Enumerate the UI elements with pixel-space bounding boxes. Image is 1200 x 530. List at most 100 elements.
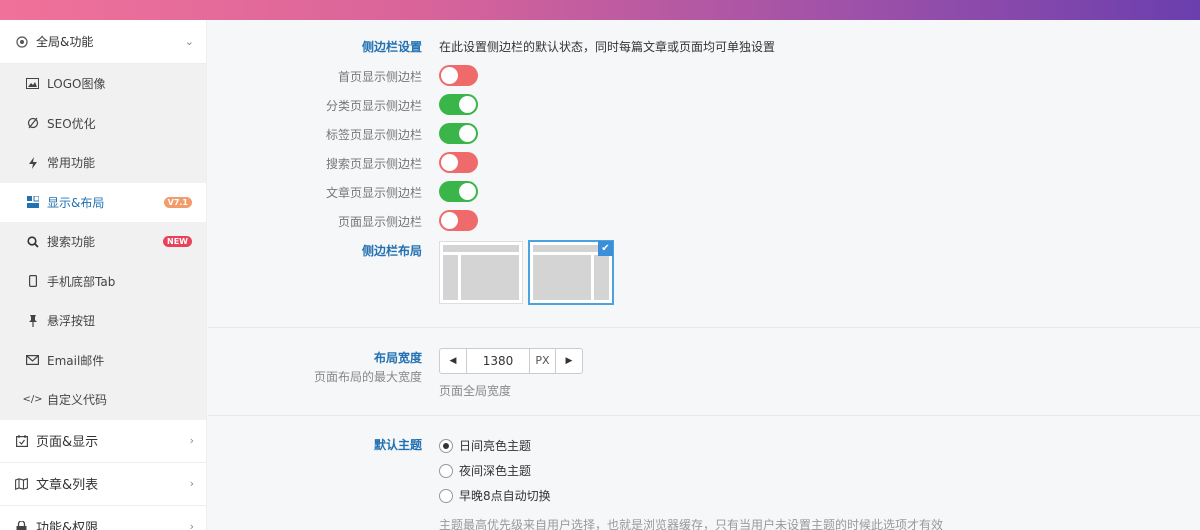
radio-auto-switch-theme[interactable]: 早晚8点自动切换 <box>439 487 551 504</box>
decrease-width-button[interactable]: ◀ <box>440 349 466 373</box>
toggle-row-home: 首页显示侧边栏 <box>208 65 1200 87</box>
sidebar-item-page-display[interactable]: 页面&显示 › <box>0 420 206 463</box>
radio-day-theme[interactable]: 日间亮色主题 <box>439 437 531 454</box>
header-banner <box>0 0 1200 20</box>
code-icon: </> <box>22 394 43 406</box>
toggle-tag-sidebar[interactable] <box>439 123 478 144</box>
sidebar-item-label: 显示&布局 <box>47 195 105 210</box>
radio-label: 日间亮色主题 <box>459 439 532 453</box>
mobile-icon <box>26 275 39 288</box>
chevron-down-icon: ⌄ <box>184 35 194 48</box>
sidebar-settings-heading-row: 侧边栏设置 在此设置侧边栏的默认状态，同时每篇文章或页面均可单独设置 <box>208 38 1200 60</box>
toggle-row-search: 搜索页显示侧边栏 <box>208 152 1200 174</box>
lightning-icon <box>26 156 39 169</box>
sidebar-item-seo[interactable]: SEO优化 <box>0 104 206 144</box>
lock-icon <box>15 520 28 530</box>
sidebar-item-float-button[interactable]: 悬浮按钮 <box>0 301 206 341</box>
sidebar-item-label: 自定义代码 <box>47 393 108 408</box>
sidebar-item-articles-list[interactable]: 文章&列表 › <box>0 463 206 506</box>
layout-side-block <box>594 255 609 300</box>
width-unit: PX <box>530 349 556 373</box>
version-badge: V7.1 <box>163 196 192 208</box>
toggle-label: 页面显示侧边栏 <box>337 215 422 229</box>
section-heading: 侧边栏设置 <box>361 40 422 54</box>
width-subtitle: 页面布局的最大宽度 <box>313 370 422 384</box>
sidebar-item-label: Email邮件 <box>47 353 105 368</box>
layout-main-block <box>461 255 519 300</box>
layout-option-left-sidebar[interactable] <box>439 241 523 304</box>
sidebar-item-label: 功能&权限 <box>36 521 99 530</box>
radio-circle <box>439 438 453 453</box>
sidebar-item-mobile-tab[interactable]: 手机底部Tab <box>0 262 206 302</box>
radio-circle <box>439 488 453 503</box>
settings-content: 侧边栏设置 在此设置侧边栏的默认状态，同时每篇文章或页面均可单独设置 首页显示侧… <box>208 20 1200 530</box>
submenu: LOGO图像 SEO优化 常用功能 显示&布局 V7.1 搜索功能 NEW 手机… <box>0 64 206 420</box>
sidebar-item-label: SEO优化 <box>47 116 96 131</box>
sidebar-item-label: LOGO图像 <box>47 77 106 92</box>
toggle-label: 搜索页显示侧边栏 <box>325 157 422 171</box>
toggle-label: 标签页显示侧边栏 <box>325 128 422 142</box>
layout-width-section: 布局宽度 页面布局的最大宽度 页面全局宽度 <box>208 328 1200 416</box>
toggle-row-tag: 标签页显示侧边栏 <box>208 123 1200 145</box>
toggle-row-category: 分类页显示侧边栏 <box>208 94 1200 116</box>
search-icon <box>26 235 39 248</box>
radio-label: 夜间深色主题 <box>459 464 532 478</box>
calendar-check-icon <box>15 434 28 447</box>
chevron-right-icon: › <box>189 434 194 447</box>
new-badge: NEW <box>163 236 192 248</box>
sidebar-item-logo[interactable]: LOGO图像 <box>0 64 206 104</box>
gear-icon <box>15 35 28 48</box>
sidebar-item-email[interactable]: Email邮件 <box>0 341 206 381</box>
sidebar-item-label: 手机底部Tab <box>47 274 116 289</box>
radio-label: 早晚8点自动切换 <box>459 489 551 503</box>
radio-circle <box>439 463 453 478</box>
width-value-input[interactable]: 1380 <box>466 349 530 373</box>
map-icon <box>15 477 28 490</box>
width-stepper: ◀ 1380 PX ▶ <box>439 348 583 374</box>
sidebar-item-search[interactable]: 搜索功能 NEW <box>0 222 206 262</box>
toggle-category-sidebar[interactable] <box>439 94 478 115</box>
toggle-search-sidebar[interactable] <box>439 152 478 173</box>
sidebar-item-global-functions[interactable]: 全局&功能 ⌄ <box>0 20 206 64</box>
toggle-home-sidebar[interactable] <box>439 65 478 86</box>
theme-note: 主题最高优先级来自用户选择，也就是浏览器缓存，只有当用户未设置主题的时候此选项才… <box>439 518 944 530</box>
sidebar-item-common-functions[interactable]: 常用功能 <box>0 143 206 183</box>
toggle-article-sidebar[interactable] <box>439 181 478 202</box>
seo-icon <box>26 117 39 130</box>
layout-side-block <box>443 255 458 300</box>
theme-heading: 默认主题 <box>373 438 422 452</box>
sidebar-item-label: 常用功能 <box>47 156 96 171</box>
radio-night-theme[interactable]: 夜间深色主题 <box>439 462 531 479</box>
toggle-label: 分类页显示侧边栏 <box>325 99 422 113</box>
settings-sidebar: 全局&功能 ⌄ LOGO图像 SEO优化 常用功能 显示&布局 V7.1 搜索功… <box>0 20 207 530</box>
layout-option-right-sidebar[interactable]: ✔ <box>529 241 613 304</box>
sidebar-item-label: 悬浮按钮 <box>47 314 96 329</box>
sidebar-settings-section: 侧边栏设置 在此设置侧边栏的默认状态，同时每篇文章或页面均可单独设置 首页显示侧… <box>208 20 1200 328</box>
sidebar-item-label: 搜索功能 <box>47 235 96 250</box>
sidebar-item-custom-code[interactable]: </> 自定义代码 <box>0 380 206 420</box>
toggle-label: 首页显示侧边栏 <box>337 70 422 84</box>
chevron-right-icon: › <box>189 477 194 490</box>
width-hint: 页面全局宽度 <box>439 384 512 398</box>
chevron-right-icon: › <box>189 520 194 530</box>
sidebar-item-display-layout[interactable]: 显示&布局 V7.1 <box>0 182 206 222</box>
image-icon <box>26 77 39 90</box>
layout-icon <box>26 196 39 209</box>
sidebar-item-label: 文章&列表 <box>36 478 99 493</box>
layout-heading: 侧边栏布局 <box>361 244 422 258</box>
check-icon: ✔ <box>598 241 613 256</box>
toggle-page-sidebar[interactable] <box>439 210 478 231</box>
width-heading: 布局宽度 <box>373 351 422 365</box>
toggle-row-article: 文章页显示侧边栏 <box>208 181 1200 203</box>
layout-heading-row: 侧边栏布局 <box>208 242 1200 264</box>
sidebar-item-label: 全局&功能 <box>36 35 94 49</box>
toggle-row-page: 页面显示侧边栏 <box>208 210 1200 232</box>
layout-main-block <box>533 255 591 300</box>
sidebar-item-functions-permissions[interactable]: 功能&权限 › <box>0 506 206 530</box>
mail-icon <box>26 354 39 367</box>
sidebar-item-label: 页面&显示 <box>36 435 99 450</box>
section-description: 在此设置侧边栏的默认状态，同时每篇文章或页面均可单独设置 <box>439 40 776 54</box>
increase-width-button[interactable]: ▶ <box>556 349 582 373</box>
toggle-label: 文章页显示侧边栏 <box>325 186 422 200</box>
pin-icon <box>26 314 39 327</box>
